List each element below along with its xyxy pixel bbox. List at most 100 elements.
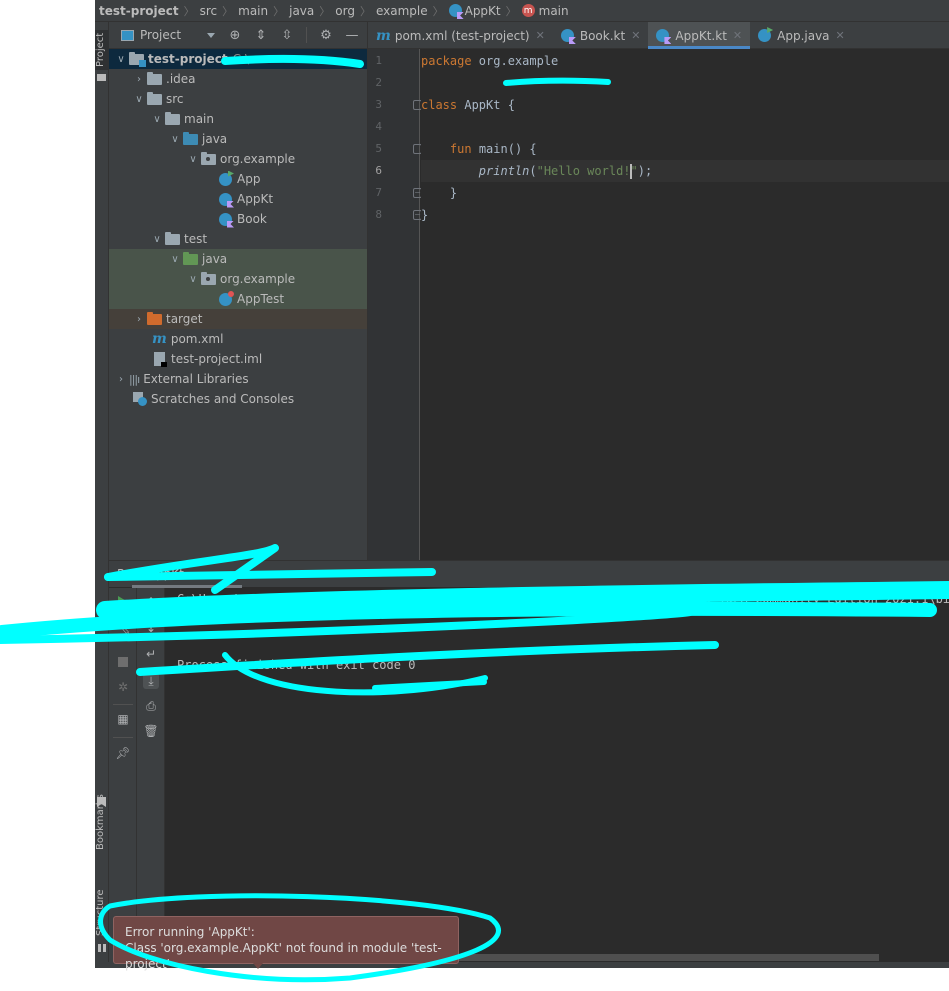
code-line-5: fun main() { (421, 138, 949, 160)
string-literal: "Hello world! (536, 164, 631, 178)
chevron-down-icon[interactable]: ∨ (167, 254, 183, 265)
left-tool-stripe: Project Bookmarks Structure (95, 22, 109, 968)
close-icon[interactable]: ✕ (836, 29, 845, 42)
scroll-to-end-button[interactable]: ⤓ (143, 673, 159, 689)
tab-label: App.java (777, 28, 830, 43)
tree-item-book[interactable]: Book (109, 209, 367, 229)
rerun-button[interactable] (115, 594, 131, 610)
code-editor[interactable]: package org.example class AppKt { fun ma… (421, 49, 949, 560)
tree-item-test[interactable]: ∨ test (109, 229, 367, 249)
tree-item-main-java[interactable]: ∨ java (109, 129, 367, 149)
line-number: 4 (375, 120, 382, 133)
kotlin-class-icon (219, 212, 232, 226)
tree-item-label: org.example (220, 272, 296, 286)
tab-appkt-kt[interactable]: AppKt.kt ✕ (648, 22, 751, 49)
stop-button[interactable] (115, 654, 131, 670)
project-panel-header: Project ⊕ ⇕ ⇳ ⚙ — (109, 22, 367, 49)
debug-button[interactable]: ✲ (115, 679, 131, 695)
error-message: Class 'org.example.AppKt' not found in m… (125, 941, 442, 971)
tree-item-test-project[interactable]: ∨ test-project C:\ (109, 49, 367, 69)
method-icon: m (521, 4, 535, 17)
collapse-all-icon[interactable]: ⇳ (280, 29, 294, 42)
tree-item-label: AppKt (237, 192, 274, 206)
chevron-down-icon[interactable]: ∨ (167, 134, 183, 145)
arrow-up-icon: ↑ (145, 595, 157, 609)
scroll-down-button[interactable]: ↓ (143, 620, 159, 636)
tree-item-scratches[interactable]: Scratches and Consoles (109, 389, 367, 409)
soft-wrap-button[interactable]: ↵ (143, 646, 159, 662)
chevron-down-icon[interactable]: ∨ (185, 274, 201, 285)
run-panel-title[interactable]: Run: AppKt (117, 567, 184, 581)
scroll-up-button[interactable]: ↑ (143, 594, 159, 610)
expand-all-icon[interactable]: ⇕ (254, 29, 268, 42)
run-console[interactable]: C:\Users\...\bin\java.exe "-javaagent:..… (165, 588, 949, 953)
bookmarks-tool-button[interactable]: Bookmarks (95, 792, 109, 852)
printer-icon: ⎙ (146, 698, 156, 713)
structure-tool-button[interactable]: Structure (95, 888, 109, 938)
pin-button[interactable]: 📌︎ (115, 745, 131, 761)
layout-button[interactable]: ▦ (115, 711, 131, 727)
tree-item-pom[interactable]: m pom.xml (109, 329, 367, 349)
tab-book-kt[interactable]: Book.kt ✕ (553, 22, 649, 49)
tree-item-label: Book (237, 212, 267, 226)
tree-item-test-java[interactable]: ∨ java (109, 249, 367, 269)
breadcrumb-item-example[interactable]: example (376, 4, 428, 18)
tree-item-test-package[interactable]: ∨ org.example (109, 269, 367, 289)
gear-icon[interactable]: ⚙ (319, 29, 333, 42)
line-number: 5 (375, 142, 382, 155)
breadcrumb-item-project[interactable]: test-project (99, 4, 179, 18)
chevron-right-icon[interactable]: › (131, 74, 147, 85)
tree-item-iml[interactable]: test-project.iml (109, 349, 367, 369)
hide-icon[interactable]: — (345, 29, 359, 42)
tab-label: pom.xml (test-project) (394, 28, 530, 43)
chevron-down-icon[interactable]: ∨ (149, 114, 165, 125)
chevron-right-icon[interactable]: › (131, 314, 147, 325)
line-number: 1 (375, 54, 382, 67)
tab-app-java[interactable]: App.java ✕ (750, 22, 853, 49)
line-number-current: 6 (375, 164, 382, 177)
tree-item-src[interactable]: ∨ src (109, 89, 367, 109)
breadcrumb-item-method-main[interactable]: m main (521, 4, 569, 18)
chevron-down-icon[interactable]: ∨ (149, 234, 165, 245)
project-tool-button[interactable]: Project (95, 30, 109, 70)
maven-icon: m (152, 331, 167, 347)
breadcrumb-item-org[interactable]: org (335, 4, 355, 18)
breadcrumb-item-main[interactable]: main (238, 4, 268, 18)
edit-config-button[interactable]: 🔧︎ (115, 620, 131, 636)
close-icon[interactable]: ✕ (733, 29, 742, 42)
folder-icon (97, 74, 106, 81)
tree-item-idea[interactable]: › .idea (109, 69, 367, 89)
chevron-down-icon[interactable]: ∨ (113, 54, 129, 65)
close-icon[interactable]: ✕ (536, 29, 545, 42)
tree-item-apptest[interactable]: AppTest (109, 289, 367, 309)
tree-item-app[interactable]: App (109, 169, 367, 189)
error-balloon[interactable]: Error running 'AppKt': Class 'org.exampl… (113, 916, 459, 971)
code-line-6: println("Hello world!"); (421, 160, 949, 182)
source-folder-icon (183, 131, 198, 145)
tab-pom-xml[interactable]: m pom.xml (test-project) ✕ (368, 22, 553, 49)
test-class-icon (219, 290, 234, 306)
clear-button[interactable]: 🗑︎ (143, 723, 159, 739)
chevron-down-icon[interactable]: ∨ (185, 154, 201, 165)
breadcrumb-item-java[interactable]: java (289, 4, 314, 18)
breadcrumb-item-appkt[interactable]: AppKt (448, 4, 501, 18)
play-icon (118, 596, 128, 608)
locate-icon[interactable]: ⊕ (228, 29, 242, 42)
editor-gutter[interactable]: 1 2 3 4 5 6 7 8 − − (368, 49, 444, 560)
tree-item-main[interactable]: ∨ main (109, 109, 367, 129)
close-icon[interactable]: ✕ (631, 29, 640, 42)
tree-item-external-libraries[interactable]: › |||ı External Libraries (109, 369, 367, 389)
java-class-icon (758, 29, 772, 42)
chevron-down-icon[interactable]: ∨ (131, 94, 147, 105)
closing-brace: } (449, 186, 458, 200)
print-button[interactable]: ⎙ (143, 698, 159, 714)
chevron-down-icon[interactable] (207, 32, 216, 38)
tree-item-appkt[interactable]: AppKt (109, 189, 367, 209)
tree-item-main-package[interactable]: ∨ org.example (109, 149, 367, 169)
chevron-right-icon[interactable]: › (113, 374, 129, 385)
tree-item-target[interactable]: › target (109, 309, 367, 329)
project-view-selector[interactable]: Project (140, 28, 181, 42)
breadcrumb-item-src[interactable]: src (200, 4, 218, 18)
folder-icon (165, 231, 180, 245)
soft-wrap-icon: ↵ (145, 647, 157, 661)
